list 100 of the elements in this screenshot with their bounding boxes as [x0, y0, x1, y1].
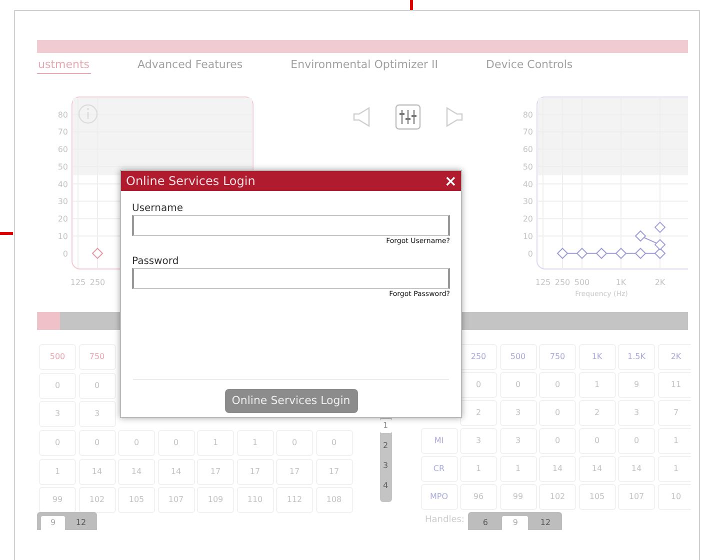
table-cell: 109 [197, 487, 234, 514]
table-cell: 96 [460, 484, 497, 510]
input-field[interactable] [132, 268, 450, 289]
tab[interactable]: Advanced Features [136, 56, 244, 74]
axis-label: 70 [522, 128, 533, 137]
table-cell: 0 [158, 430, 194, 456]
table-cell: 0 [618, 428, 655, 454]
table-cell: 14 [158, 458, 194, 485]
toggle-option[interactable]: 12 [532, 516, 558, 530]
table-cell: 107 [618, 484, 655, 510]
band-badge [37, 312, 60, 330]
table-cell: 3 [78, 401, 116, 428]
page-button[interactable]: 3 [380, 459, 392, 473]
table-cell: 1K [578, 344, 616, 370]
tab[interactable]: Environmental Optimizer II [290, 56, 440, 74]
table-cell: 500 [39, 344, 76, 370]
data-point [92, 248, 104, 260]
toggle-option[interactable]: 9 [502, 516, 528, 530]
axis-label: 10 [58, 232, 68, 241]
table-cell: 112 [276, 487, 313, 514]
table-cell: 0 [39, 372, 76, 399]
axis-label: 80 [58, 110, 68, 120]
table-cell: 1 [578, 372, 616, 398]
table-cell: 105 [118, 487, 155, 514]
table-cell: 0 [316, 430, 352, 456]
table-cell: 0 [78, 372, 116, 399]
table-cell: 102 [539, 484, 576, 510]
axis-label: 0 [528, 249, 533, 258]
table-cell: 750 [78, 344, 116, 370]
data-point [634, 248, 646, 260]
table-cell: 3 [500, 400, 536, 426]
axis-label: 0 [62, 249, 68, 258]
table-cell: 14 [578, 456, 616, 482]
axis-label: 500 [574, 278, 590, 287]
axis-label: 70 [58, 128, 68, 137]
table-cell: 0 [78, 430, 116, 456]
tab[interactable]: Device Controls [485, 56, 574, 74]
close-button[interactable]: × [444, 173, 457, 189]
table-cell: 17 [276, 458, 313, 485]
table-cell: 108 [316, 487, 352, 514]
table-cell: 1 [500, 456, 536, 482]
table-cell: 110 [236, 487, 274, 514]
table-cell: 500 [500, 344, 536, 370]
data-point [556, 248, 568, 260]
data-point [654, 222, 666, 234]
axis-label: 1K [616, 278, 626, 287]
table-cell: 105 [578, 484, 616, 510]
data-point [634, 230, 646, 242]
data-point [615, 248, 627, 260]
table-cell: 0 [539, 428, 576, 454]
axis-label: 50 [58, 162, 68, 172]
tab[interactable]: ustments [37, 56, 91, 74]
table-cell: 0 [539, 400, 576, 426]
toggle-option[interactable]: 6 [472, 516, 498, 530]
table-cell: 17 [316, 458, 352, 485]
table-cell: 14 [618, 456, 655, 482]
axis-label: 125 [535, 278, 551, 287]
table-cell: 1.5K [618, 344, 655, 370]
axis-label: 20 [522, 214, 533, 224]
table-cell: 0 [500, 372, 536, 398]
axis-label: 125 [70, 278, 86, 287]
table-cell: 3 [460, 428, 497, 454]
table-cell: 0 [276, 430, 313, 456]
table-cell: MPO [420, 484, 458, 510]
dialog-title: Online Services Login [126, 173, 256, 190]
table-cell: CR [420, 456, 458, 482]
axis-label: 50 [522, 162, 533, 172]
table-cell: 0 [539, 372, 576, 398]
table-cell: MI [420, 428, 458, 454]
axis-label: 60 [58, 145, 68, 154]
input-field[interactable] [132, 215, 450, 236]
table-cell: 3 [500, 428, 536, 454]
table-cell: 1 [658, 456, 690, 482]
axis-label: 30 [522, 197, 533, 206]
table-cell: 2 [578, 400, 616, 426]
axis-label: 20 [58, 214, 68, 224]
field-label: Password [132, 256, 180, 268]
login-button[interactable]: Online Services Login [224, 389, 358, 413]
table-cell: 0 [578, 428, 616, 454]
equalizer-icon [395, 104, 421, 130]
toggle-option[interactable]: 12 [69, 516, 93, 530]
page-button[interactable]: 1 [380, 419, 392, 433]
table-cell: 7 [658, 400, 690, 426]
toggle-option[interactable]: 9 [41, 516, 65, 530]
data-point [654, 238, 666, 250]
data-point [576, 248, 588, 260]
table-cell: 99 [500, 484, 536, 510]
axis-label: 10 [522, 232, 533, 241]
axis-label: 60 [522, 145, 533, 154]
axis-label: 30 [58, 197, 68, 206]
table-cell: 14 [539, 456, 576, 482]
table-cell: 3 [618, 400, 655, 426]
page-button[interactable]: 4 [380, 479, 392, 493]
axis-label: 250 [554, 278, 570, 287]
page-button[interactable]: 2 [380, 439, 392, 453]
data-point [596, 248, 608, 260]
table-cell: 2K [658, 344, 690, 370]
field-label: Username [132, 203, 184, 215]
table-cell: 1 [197, 430, 234, 456]
table-cell: 11 [658, 372, 690, 398]
